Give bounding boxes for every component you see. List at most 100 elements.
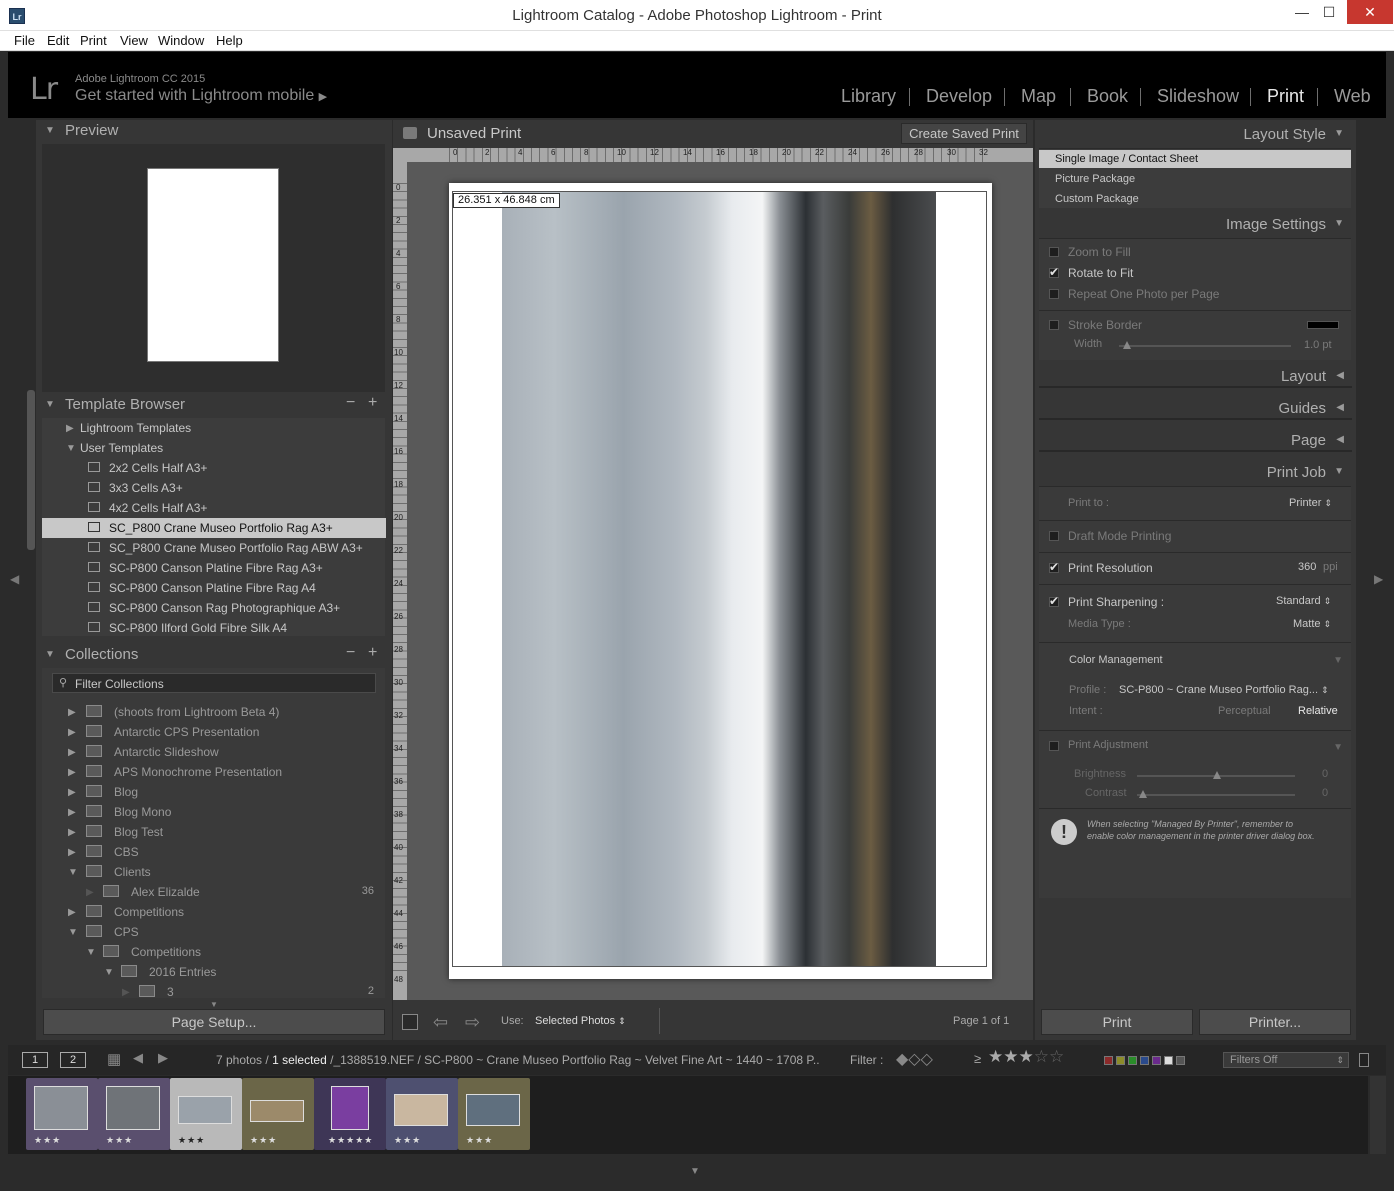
print-button[interactable]: Print xyxy=(1041,1009,1193,1035)
back-arrow-icon[interactable]: ◀ xyxy=(133,1050,143,1066)
rating-filter[interactable]: ★★★☆☆ xyxy=(988,1047,1064,1067)
collection[interactable]: ▶ Alex Elizalde 36 xyxy=(42,882,386,902)
template-item-selected[interactable]: SC_P800 Crane Museo Portfolio Rag A3+ xyxy=(42,518,386,538)
expand-triangle-icon[interactable]: ▶ xyxy=(68,727,76,738)
star-icon[interactable]: ★ xyxy=(1003,1047,1018,1066)
expand-triangle-icon[interactable]: ▶ xyxy=(66,423,74,434)
primary-window-button[interactable]: 1 xyxy=(22,1052,48,1068)
layout-style-custom-package[interactable]: Custom Package xyxy=(1039,190,1351,208)
page-stop-icon[interactable] xyxy=(402,1014,418,1030)
add-template-icon[interactable]: + xyxy=(368,394,377,412)
menu-edit[interactable]: Edit xyxy=(47,33,69,48)
collection-set[interactable]: ▼ Competitions xyxy=(42,942,386,962)
print-sharpening-select[interactable]: Standard ⇕ xyxy=(1276,595,1331,607)
star-icon[interactable]: ★ xyxy=(1019,1047,1034,1066)
mobile-prompt[interactable]: Get started with Lightroom mobile ▶ xyxy=(75,87,327,105)
module-map[interactable]: Map xyxy=(1021,86,1056,107)
expand-triangle-icon[interactable]: ▶ xyxy=(68,807,76,818)
page-header[interactable]: Page ◀ xyxy=(1035,428,1356,452)
brightness-slider[interactable] xyxy=(1137,771,1295,779)
menu-view[interactable]: View xyxy=(120,33,148,48)
filmstrip-thumbnail[interactable]: ★★★ xyxy=(458,1078,530,1150)
collection[interactable]: ▶ 3 2 xyxy=(42,982,386,998)
custom-label-icon[interactable] xyxy=(1164,1056,1173,1066)
minimize-button[interactable]: — xyxy=(1287,0,1317,24)
previous-page-icon[interactable]: ⇦ xyxy=(433,1012,448,1033)
expand-triangle-icon[interactable]: ▶ xyxy=(68,847,76,858)
template-item[interactable]: SC_P800 Crane Museo Portfolio Rag ABW A3… xyxy=(42,538,386,558)
collection-set[interactable]: ▼ Clients xyxy=(42,862,386,882)
flag-filters-icon[interactable]: ◆◇◇ xyxy=(896,1049,933,1069)
expand-triangle-icon[interactable]: ▶ xyxy=(68,767,76,778)
print-resolution-checkbox[interactable] xyxy=(1049,560,1059,574)
filmstrip-thumbnail[interactable]: ★★★ xyxy=(386,1078,458,1150)
star-empty-icon[interactable]: ☆ xyxy=(1034,1047,1049,1066)
star-icon[interactable]: ★ xyxy=(988,1047,1003,1066)
scroll-down-icon[interactable]: ▼ xyxy=(210,1000,218,1009)
layout-style-single[interactable]: Single Image / Contact Sheet xyxy=(1039,150,1351,168)
template-folder-lightroom[interactable]: ▶ Lightroom Templates xyxy=(42,418,386,438)
yellow-label-icon[interactable] xyxy=(1116,1056,1125,1066)
add-collection-icon[interactable]: + xyxy=(368,644,377,662)
expand-triangle-icon[interactable]: ▶ xyxy=(68,787,76,798)
print-adjustment-checkbox[interactable] xyxy=(1049,741,1059,751)
template-item[interactable]: SC-P800 Canson Rag Photographique A3+ xyxy=(42,598,386,618)
menu-window[interactable]: Window xyxy=(158,33,204,48)
layout-style-header[interactable]: Layout Style ▼ xyxy=(1035,122,1356,146)
collections-header[interactable]: ▼ Collections − + xyxy=(36,644,392,666)
green-label-icon[interactable] xyxy=(1128,1056,1137,1066)
filmstrip-thumbnail[interactable]: ★★★ xyxy=(26,1078,98,1150)
expand-triangle-icon[interactable]: ▶ xyxy=(68,907,76,918)
filter-collections-field[interactable]: ⚲ Filter Collections xyxy=(52,673,376,693)
menu-file[interactable]: File xyxy=(14,33,35,48)
right-panel-toggle-icon[interactable]: ▶ xyxy=(1374,572,1383,586)
slider-knob[interactable] xyxy=(1139,790,1147,798)
collection-set[interactable]: ▶ CBS xyxy=(42,842,386,862)
no-label-icon[interactable] xyxy=(1176,1056,1185,1066)
template-item[interactable]: 4x2 Cells Half A3+ xyxy=(42,498,386,518)
blue-label-icon[interactable] xyxy=(1140,1056,1149,1066)
collection-set[interactable]: ▶ Blog xyxy=(42,782,386,802)
print-job-header[interactable]: Print Job ▼ xyxy=(1035,460,1356,484)
menu-help[interactable]: Help xyxy=(216,33,243,48)
layout-style-picture-package[interactable]: Picture Package xyxy=(1039,170,1351,188)
filmstrip-thumbnail-selected[interactable]: ★★★ xyxy=(170,1078,242,1150)
collection-set[interactable]: ▶ APS Monochrome Presentation xyxy=(42,762,386,782)
intent-relative[interactable]: Relative xyxy=(1298,705,1338,717)
print-to-select[interactable]: Printer ⇕ xyxy=(1289,497,1332,509)
collection-set[interactable]: ▶ Antarctic CPS Presentation xyxy=(42,722,386,742)
print-photo-cell[interactable] xyxy=(502,192,936,966)
expand-triangle-icon[interactable]: ▶ xyxy=(68,707,76,718)
filmstrip-source-info[interactable]: 7 photos / 1 selected /_1388519.NEF / SC… xyxy=(216,1053,838,1067)
guides-header[interactable]: Guides ◀ xyxy=(1035,396,1356,420)
printer-button[interactable]: Printer... xyxy=(1199,1009,1351,1035)
red-label-icon[interactable] xyxy=(1104,1056,1113,1066)
collection-set[interactable]: ▶ (shoots from Lightroom Beta 4) xyxy=(42,702,386,722)
color-management-header[interactable]: Color Management ▼ xyxy=(1039,642,1351,678)
filmstrip-thumbnail[interactable]: ★★★ xyxy=(98,1078,170,1150)
filmstrip-thumbnail[interactable]: ★★★ xyxy=(242,1078,314,1150)
collapse-triangle-icon[interactable]: ▼ xyxy=(68,927,78,938)
collection-set[interactable]: ▶ Antarctic Slideshow xyxy=(42,742,386,762)
forward-arrow-icon[interactable]: ▶ xyxy=(158,1050,168,1066)
module-print[interactable]: Print xyxy=(1267,86,1304,107)
bottom-panel-toggle-icon[interactable]: ▼ xyxy=(690,1166,700,1177)
print-resolution-value[interactable]: 360 xyxy=(1298,561,1316,573)
filmstrip-thumbnail[interactable]: ★★★★★ xyxy=(314,1078,386,1150)
profile-select[interactable]: SC-P800 ~ Crane Museo Portfolio Rag... ⇕ xyxy=(1119,684,1329,696)
template-item[interactable]: 3x3 Cells A3+ xyxy=(42,478,386,498)
image-settings-header[interactable]: Image Settings ▼ xyxy=(1035,212,1356,236)
collection-set[interactable]: ▶ Blog Test xyxy=(42,822,386,842)
collection-set[interactable]: ▼ 2016 Entries xyxy=(42,962,386,982)
template-browser-header[interactable]: ▼ Template Browser − + xyxy=(36,394,392,416)
use-select[interactable]: Selected Photos ⇕ xyxy=(535,1015,626,1027)
collection-set[interactable]: ▶ Blog Mono xyxy=(42,802,386,822)
template-item[interactable]: SC-P800 Ilford Gold Fibre Silk A4 xyxy=(42,618,386,638)
width-slider[interactable] xyxy=(1119,341,1291,349)
module-develop[interactable]: Develop xyxy=(926,86,992,107)
module-web[interactable]: Web xyxy=(1334,86,1371,107)
slider-knob[interactable] xyxy=(1213,771,1221,779)
template-folder-user[interactable]: ▼ User Templates xyxy=(42,438,386,458)
filters-off-select[interactable]: Filters Off ⇕ xyxy=(1223,1052,1349,1068)
remove-template-icon[interactable]: − xyxy=(346,394,355,412)
